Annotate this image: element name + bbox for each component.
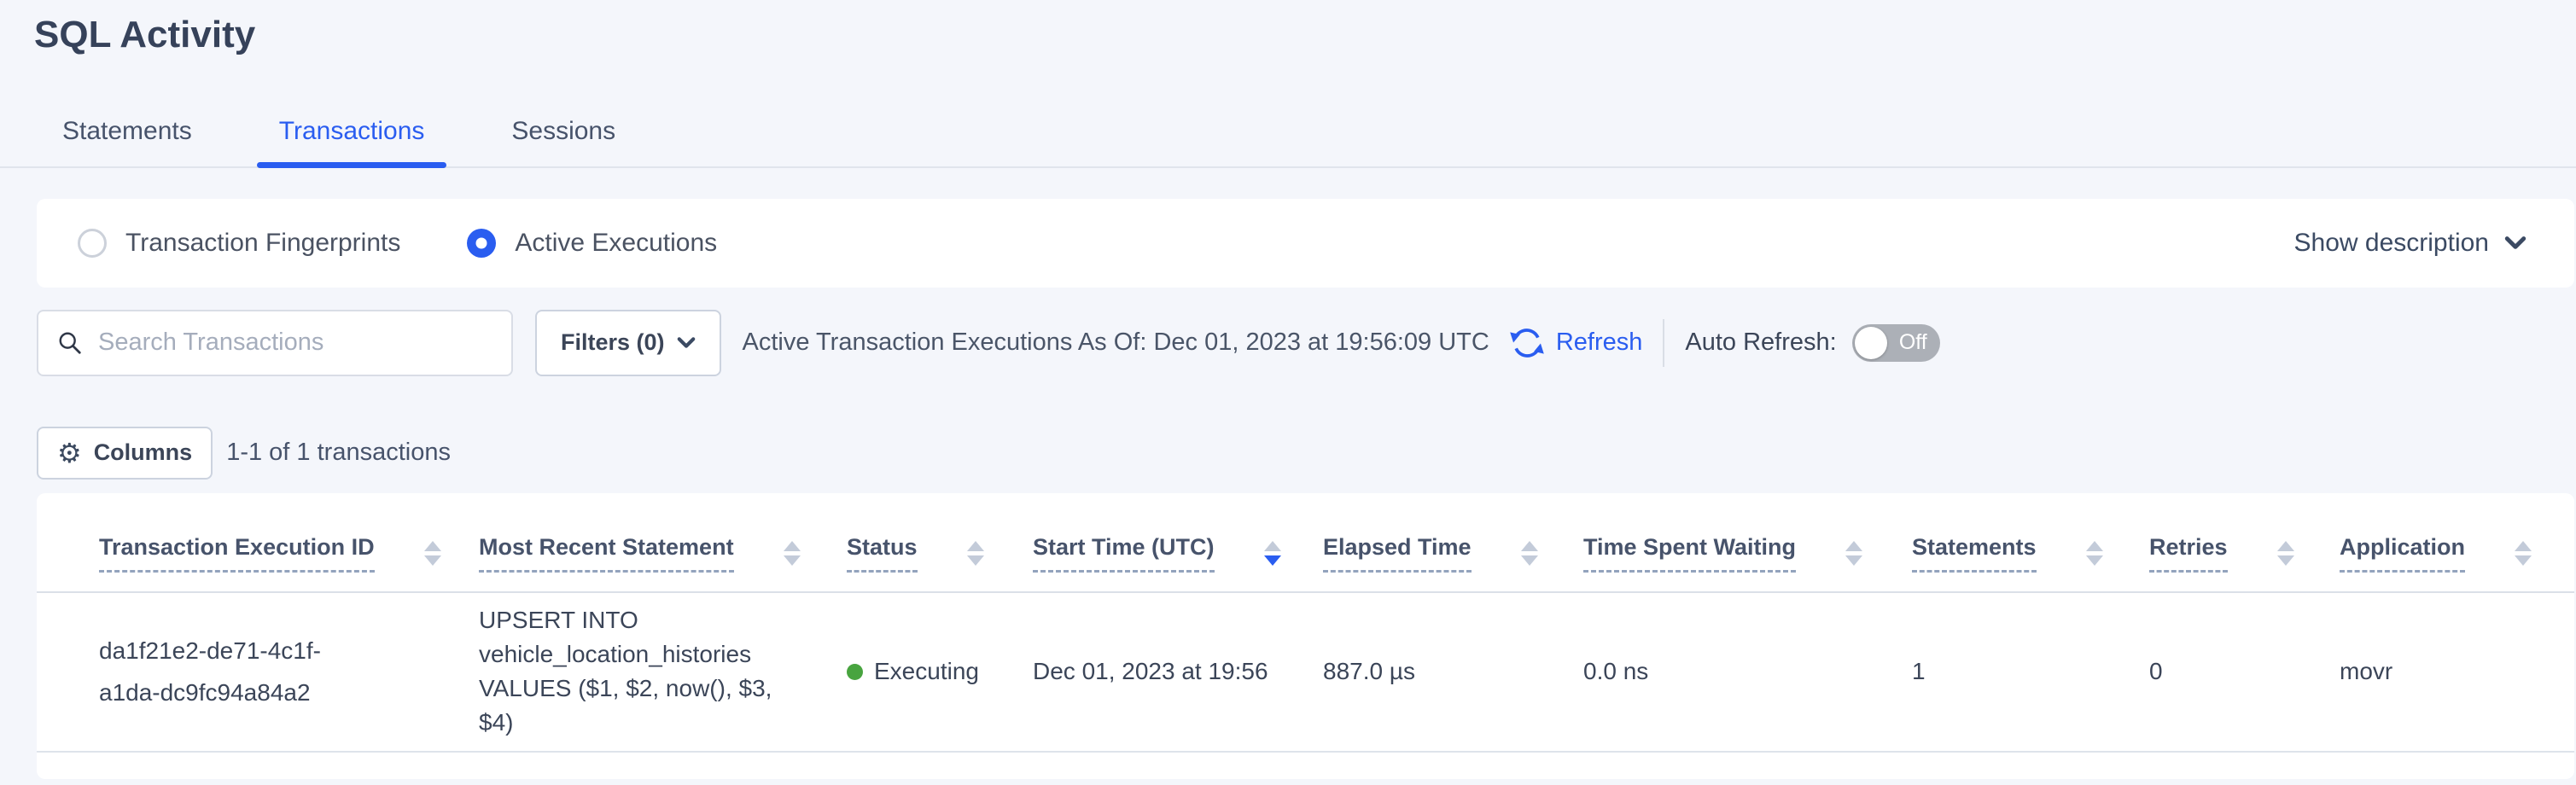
toolbar: Filters (0) Active Transaction Execution… [37, 310, 2559, 376]
column-header-status[interactable]: Status [847, 534, 1033, 573]
refresh-label: Refresh [1556, 329, 1643, 357]
refresh-icon [1508, 324, 1546, 362]
column-header-application[interactable]: Application [2340, 534, 2574, 573]
sort-icon [2086, 541, 2103, 566]
tab-statements[interactable]: Statements [40, 117, 214, 166]
cell-start-time: Dec 01, 2023 at 19:56 [1033, 658, 1323, 685]
cell-elapsed-time: 887.0 µs [1323, 658, 1583, 685]
cell-time-spent-waiting: 0.0 ns [1583, 658, 1912, 685]
column-header-most-recent-statement[interactable]: Most Recent Statement [479, 534, 847, 573]
show-description-toggle[interactable]: Show description [2294, 229, 2526, 258]
sort-icon [424, 541, 441, 566]
radio-active-executions[interactable]: Active Executions [467, 229, 717, 258]
search-input[interactable] [98, 329, 492, 357]
results-count: 1-1 of 1 transactions [226, 439, 451, 467]
sort-icon [784, 541, 801, 566]
column-header-transaction-execution-id[interactable]: Transaction Execution ID [99, 534, 479, 573]
transactions-table: Transaction Execution ID Most Recent Sta… [37, 493, 2574, 779]
cell-status: Executing [847, 658, 1033, 685]
cell-application: movr [2340, 658, 2574, 685]
show-description-label: Show description [2294, 229, 2489, 258]
chevron-down-icon [2504, 236, 2526, 250]
column-header-elapsed-time[interactable]: Elapsed Time [1323, 534, 1583, 573]
table-controls: ⚙ Columns 1-1 of 1 transactions [37, 427, 2542, 480]
filters-label: Filters (0) [561, 329, 665, 356]
auto-refresh-label: Auto Refresh: [1685, 329, 1836, 357]
status-label: Executing [874, 658, 979, 685]
column-header-time-spent-waiting[interactable]: Time Spent Waiting [1583, 534, 1912, 573]
radio-label: Transaction Fingerprints [125, 229, 400, 258]
columns-label: Columns [94, 439, 193, 466]
as-of-text: Active Transaction Executions As Of: Dec… [743, 329, 1489, 357]
cell-transaction-execution-id[interactable]: da1f21e2-de71-4c1f-a1da-dc9fc94a84a2 [99, 630, 402, 713]
view-options-card: Transaction Fingerprints Active Executio… [37, 199, 2574, 288]
radio-transaction-fingerprints[interactable]: Transaction Fingerprints [78, 229, 400, 258]
chevron-down-icon [677, 336, 696, 349]
column-header-statements[interactable]: Statements [1912, 534, 2149, 573]
toggle-state-label: Off [1899, 330, 1940, 355]
sort-icon [2515, 541, 2532, 566]
sort-icon [1264, 541, 1281, 566]
vertical-divider [1663, 319, 1664, 367]
column-header-retries[interactable]: Retries [2149, 534, 2340, 573]
table-header-row: Transaction Execution ID Most Recent Sta… [37, 493, 2574, 593]
cell-most-recent-statement: UPSERT INTO vehicle_location_histories V… [479, 603, 842, 740]
search-box[interactable] [37, 310, 513, 376]
tab-bar: Statements Transactions Sessions [0, 117, 2576, 168]
refresh-button[interactable]: Refresh [1508, 324, 1643, 362]
radio-selected-icon [467, 229, 496, 258]
columns-button[interactable]: ⚙ Columns [37, 427, 213, 480]
sort-icon [967, 541, 984, 566]
column-header-start-time[interactable]: Start Time (UTC) [1033, 534, 1323, 573]
status-dot-icon [847, 664, 863, 680]
table-row[interactable]: da1f21e2-de71-4c1f-a1da-dc9fc94a84a2 UPS… [37, 593, 2574, 753]
toggle-knob-icon [1855, 327, 1887, 359]
radio-unselected-icon [78, 229, 107, 258]
sort-icon [2277, 541, 2294, 566]
search-icon [57, 330, 83, 356]
radio-label: Active Executions [515, 229, 717, 258]
cell-statements: 1 [1912, 658, 2149, 685]
auto-refresh-toggle[interactable]: Off [1852, 324, 1940, 362]
sort-icon [1521, 541, 1538, 566]
sql-activity-page: SQL Activity Statements Transactions Ses… [0, 0, 2576, 785]
tab-sessions[interactable]: Sessions [489, 117, 638, 166]
sort-icon [1845, 541, 1862, 566]
cell-retries: 0 [2149, 658, 2340, 685]
tab-transactions[interactable]: Transactions [257, 117, 447, 166]
gear-icon: ⚙ [57, 439, 82, 467]
page-title: SQL Activity [0, 0, 2576, 57]
filters-button[interactable]: Filters (0) [535, 310, 721, 376]
